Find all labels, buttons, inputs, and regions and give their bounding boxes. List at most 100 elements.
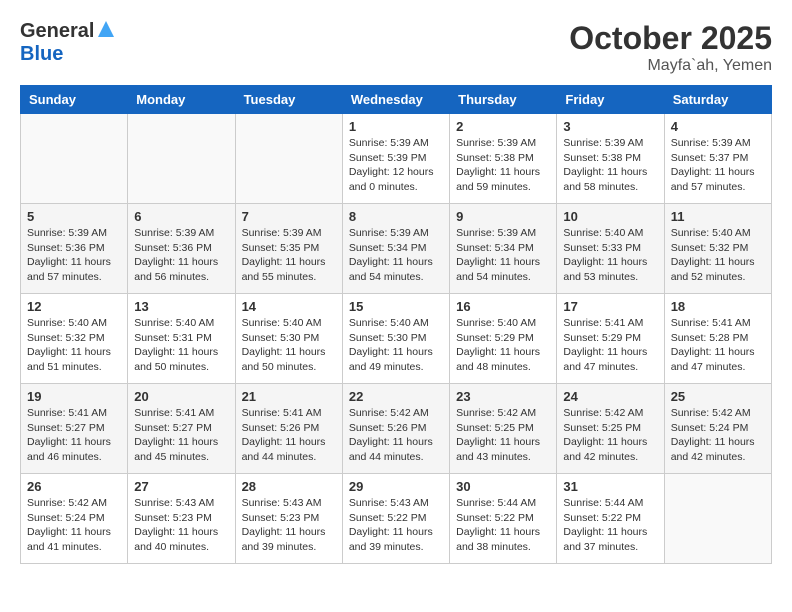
day-info: Sunrise: 5:40 AM Sunset: 5:31 PM Dayligh… bbox=[134, 316, 228, 375]
day-info: Sunrise: 5:44 AM Sunset: 5:22 PM Dayligh… bbox=[456, 496, 550, 555]
calendar-cell: 11 Sunrise: 5:40 AM Sunset: 5:32 PM Dayli… bbox=[664, 204, 771, 294]
day-header-wednesday: Wednesday bbox=[342, 86, 449, 114]
calendar-cell: 20 Sunrise: 5:41 AM Sunset: 5:27 PM Dayli… bbox=[128, 384, 235, 474]
day-number: 12 bbox=[27, 299, 121, 314]
calendar-cell: 10Sunrise: 5:40 AM Sunset: 5:33 PM Dayli… bbox=[557, 204, 664, 294]
day-number: 6 bbox=[134, 209, 228, 224]
day-number: 25 bbox=[671, 389, 765, 404]
day-number: 27 bbox=[134, 479, 228, 494]
day-number: 16 bbox=[456, 299, 550, 314]
calendar-cell bbox=[235, 114, 342, 204]
day-number: 31 bbox=[563, 479, 657, 494]
day-number: 17 bbox=[563, 299, 657, 314]
day-info: Sunrise: 5:39 AM Sunset: 5:37 PM Dayligh… bbox=[671, 136, 765, 195]
day-number: 24 bbox=[563, 389, 657, 404]
calendar-cell bbox=[21, 114, 128, 204]
calendar-cell: 25 Sunrise: 5:42 AM Sunset: 5:24 PM Dayli… bbox=[664, 384, 771, 474]
location-subtitle: Mayfa`ah, Yemen bbox=[569, 57, 772, 75]
day-number: 11 bbox=[671, 209, 765, 224]
calendar-cell: 31 Sunrise: 5:44 AM Sunset: 5:22 PM Dayli… bbox=[557, 474, 664, 564]
day-number: 3 bbox=[563, 119, 657, 134]
calendar-cell: 7 Sunrise: 5:39 AM Sunset: 5:35 PM Daylig… bbox=[235, 204, 342, 294]
calendar-header-row: SundayMondayTuesdayWednesdayThursdayFrid… bbox=[21, 86, 772, 114]
calendar-cell bbox=[128, 114, 235, 204]
day-info: Sunrise: 5:39 AM Sunset: 5:34 PM Dayligh… bbox=[349, 226, 443, 285]
day-info: Sunrise: 5:43 AM Sunset: 5:23 PM Dayligh… bbox=[134, 496, 228, 555]
calendar-cell: 29 Sunrise: 5:43 AM Sunset: 5:22 PM Dayli… bbox=[342, 474, 449, 564]
day-header-sunday: Sunday bbox=[21, 86, 128, 114]
calendar-cell: 30 Sunrise: 5:44 AM Sunset: 5:22 PM Dayli… bbox=[450, 474, 557, 564]
day-info: Sunrise: 5:39 AM Sunset: 5:39 PM Dayligh… bbox=[349, 136, 443, 195]
day-number: 10 bbox=[563, 209, 657, 224]
day-info: Sunrise: 5:42 AM Sunset: 5:24 PM Dayligh… bbox=[671, 406, 765, 465]
day-number: 7 bbox=[242, 209, 336, 224]
calendar-cell: 14 Sunrise: 5:40 AM Sunset: 5:30 PM Dayli… bbox=[235, 294, 342, 384]
calendar-cell: 1Sunrise: 5:39 AM Sunset: 5:39 PM Daylig… bbox=[342, 114, 449, 204]
calendar-cell: 15 Sunrise: 5:40 AM Sunset: 5:30 PM Dayli… bbox=[342, 294, 449, 384]
day-header-friday: Friday bbox=[557, 86, 664, 114]
day-number: 8 bbox=[349, 209, 443, 224]
day-number: 23 bbox=[456, 389, 550, 404]
day-info: Sunrise: 5:41 AM Sunset: 5:27 PM Dayligh… bbox=[134, 406, 228, 465]
day-number: 22 bbox=[349, 389, 443, 404]
calendar-cell: 23 Sunrise: 5:42 AM Sunset: 5:25 PM Dayli… bbox=[450, 384, 557, 474]
calendar-cell bbox=[664, 474, 771, 564]
day-info: Sunrise: 5:40 AM Sunset: 5:32 PM Dayligh… bbox=[671, 226, 765, 285]
calendar-week-row: 12 Sunrise: 5:40 AM Sunset: 5:32 PM Dayli… bbox=[21, 294, 772, 384]
day-number: 21 bbox=[242, 389, 336, 404]
calendar-cell: 28 Sunrise: 5:43 AM Sunset: 5:23 PM Dayli… bbox=[235, 474, 342, 564]
day-number: 15 bbox=[349, 299, 443, 314]
day-number: 30 bbox=[456, 479, 550, 494]
calendar-cell: 27 Sunrise: 5:43 AM Sunset: 5:23 PM Dayli… bbox=[128, 474, 235, 564]
day-info: Sunrise: 5:39 AM Sunset: 5:38 PM Dayligh… bbox=[456, 136, 550, 195]
calendar-cell: 26Sunrise: 5:42 AM Sunset: 5:24 PM Dayli… bbox=[21, 474, 128, 564]
day-header-saturday: Saturday bbox=[664, 86, 771, 114]
day-number: 14 bbox=[242, 299, 336, 314]
day-info: Sunrise: 5:39 AM Sunset: 5:35 PM Dayligh… bbox=[242, 226, 336, 285]
calendar-cell: 6 Sunrise: 5:39 AM Sunset: 5:36 PM Daylig… bbox=[128, 204, 235, 294]
day-number: 4 bbox=[671, 119, 765, 134]
day-number: 13 bbox=[134, 299, 228, 314]
day-info: Sunrise: 5:40 AM Sunset: 5:29 PM Dayligh… bbox=[456, 316, 550, 375]
calendar-cell: 16 Sunrise: 5:40 AM Sunset: 5:29 PM Dayli… bbox=[450, 294, 557, 384]
calendar-cell: 22 Sunrise: 5:42 AM Sunset: 5:26 PM Dayli… bbox=[342, 384, 449, 474]
calendar-week-row: 26Sunrise: 5:42 AM Sunset: 5:24 PM Dayli… bbox=[21, 474, 772, 564]
day-info: Sunrise: 5:42 AM Sunset: 5:24 PM Dayligh… bbox=[27, 496, 121, 555]
calendar-cell: 24Sunrise: 5:42 AM Sunset: 5:25 PM Dayli… bbox=[557, 384, 664, 474]
day-info: Sunrise: 5:40 AM Sunset: 5:30 PM Dayligh… bbox=[242, 316, 336, 375]
calendar-cell: 3 Sunrise: 5:39 AM Sunset: 5:38 PM Daylig… bbox=[557, 114, 664, 204]
day-info: Sunrise: 5:39 AM Sunset: 5:38 PM Dayligh… bbox=[563, 136, 657, 195]
calendar-cell: 18 Sunrise: 5:41 AM Sunset: 5:28 PM Dayli… bbox=[664, 294, 771, 384]
day-info: Sunrise: 5:40 AM Sunset: 5:32 PM Dayligh… bbox=[27, 316, 121, 375]
day-header-monday: Monday bbox=[128, 86, 235, 114]
day-info: Sunrise: 5:44 AM Sunset: 5:22 PM Dayligh… bbox=[563, 496, 657, 555]
day-number: 2 bbox=[456, 119, 550, 134]
calendar-cell: 9 Sunrise: 5:39 AM Sunset: 5:34 PM Daylig… bbox=[450, 204, 557, 294]
title-block: October 2025 Mayfa`ah, Yemen bbox=[569, 20, 772, 75]
day-number: 19 bbox=[27, 389, 121, 404]
day-info: Sunrise: 5:40 AM Sunset: 5:30 PM Dayligh… bbox=[349, 316, 443, 375]
day-number: 29 bbox=[349, 479, 443, 494]
day-number: 9 bbox=[456, 209, 550, 224]
day-info: Sunrise: 5:39 AM Sunset: 5:34 PM Dayligh… bbox=[456, 226, 550, 285]
day-header-thursday: Thursday bbox=[450, 86, 557, 114]
day-number: 5 bbox=[27, 209, 121, 224]
day-info: Sunrise: 5:42 AM Sunset: 5:25 PM Dayligh… bbox=[456, 406, 550, 465]
calendar-week-row: 5 Sunrise: 5:39 AM Sunset: 5:36 PM Daylig… bbox=[21, 204, 772, 294]
day-info: Sunrise: 5:41 AM Sunset: 5:26 PM Dayligh… bbox=[242, 406, 336, 465]
day-info: Sunrise: 5:43 AM Sunset: 5:22 PM Dayligh… bbox=[349, 496, 443, 555]
logo-arrow-icon bbox=[97, 20, 115, 43]
day-info: Sunrise: 5:39 AM Sunset: 5:36 PM Dayligh… bbox=[134, 226, 228, 285]
day-info: Sunrise: 5:41 AM Sunset: 5:28 PM Dayligh… bbox=[671, 316, 765, 375]
day-info: Sunrise: 5:43 AM Sunset: 5:23 PM Dayligh… bbox=[242, 496, 336, 555]
month-title: October 2025 bbox=[569, 20, 772, 57]
day-info: Sunrise: 5:42 AM Sunset: 5:26 PM Dayligh… bbox=[349, 406, 443, 465]
day-number: 18 bbox=[671, 299, 765, 314]
page-header: General Blue October 2025 Mayfa`ah, Yeme… bbox=[20, 20, 772, 75]
logo: General Blue bbox=[20, 20, 115, 66]
day-info: Sunrise: 5:39 AM Sunset: 5:36 PM Dayligh… bbox=[27, 226, 121, 285]
calendar-cell: 8 Sunrise: 5:39 AM Sunset: 5:34 PM Daylig… bbox=[342, 204, 449, 294]
day-info: Sunrise: 5:41 AM Sunset: 5:27 PM Dayligh… bbox=[27, 406, 121, 465]
day-number: 28 bbox=[242, 479, 336, 494]
day-number: 20 bbox=[134, 389, 228, 404]
